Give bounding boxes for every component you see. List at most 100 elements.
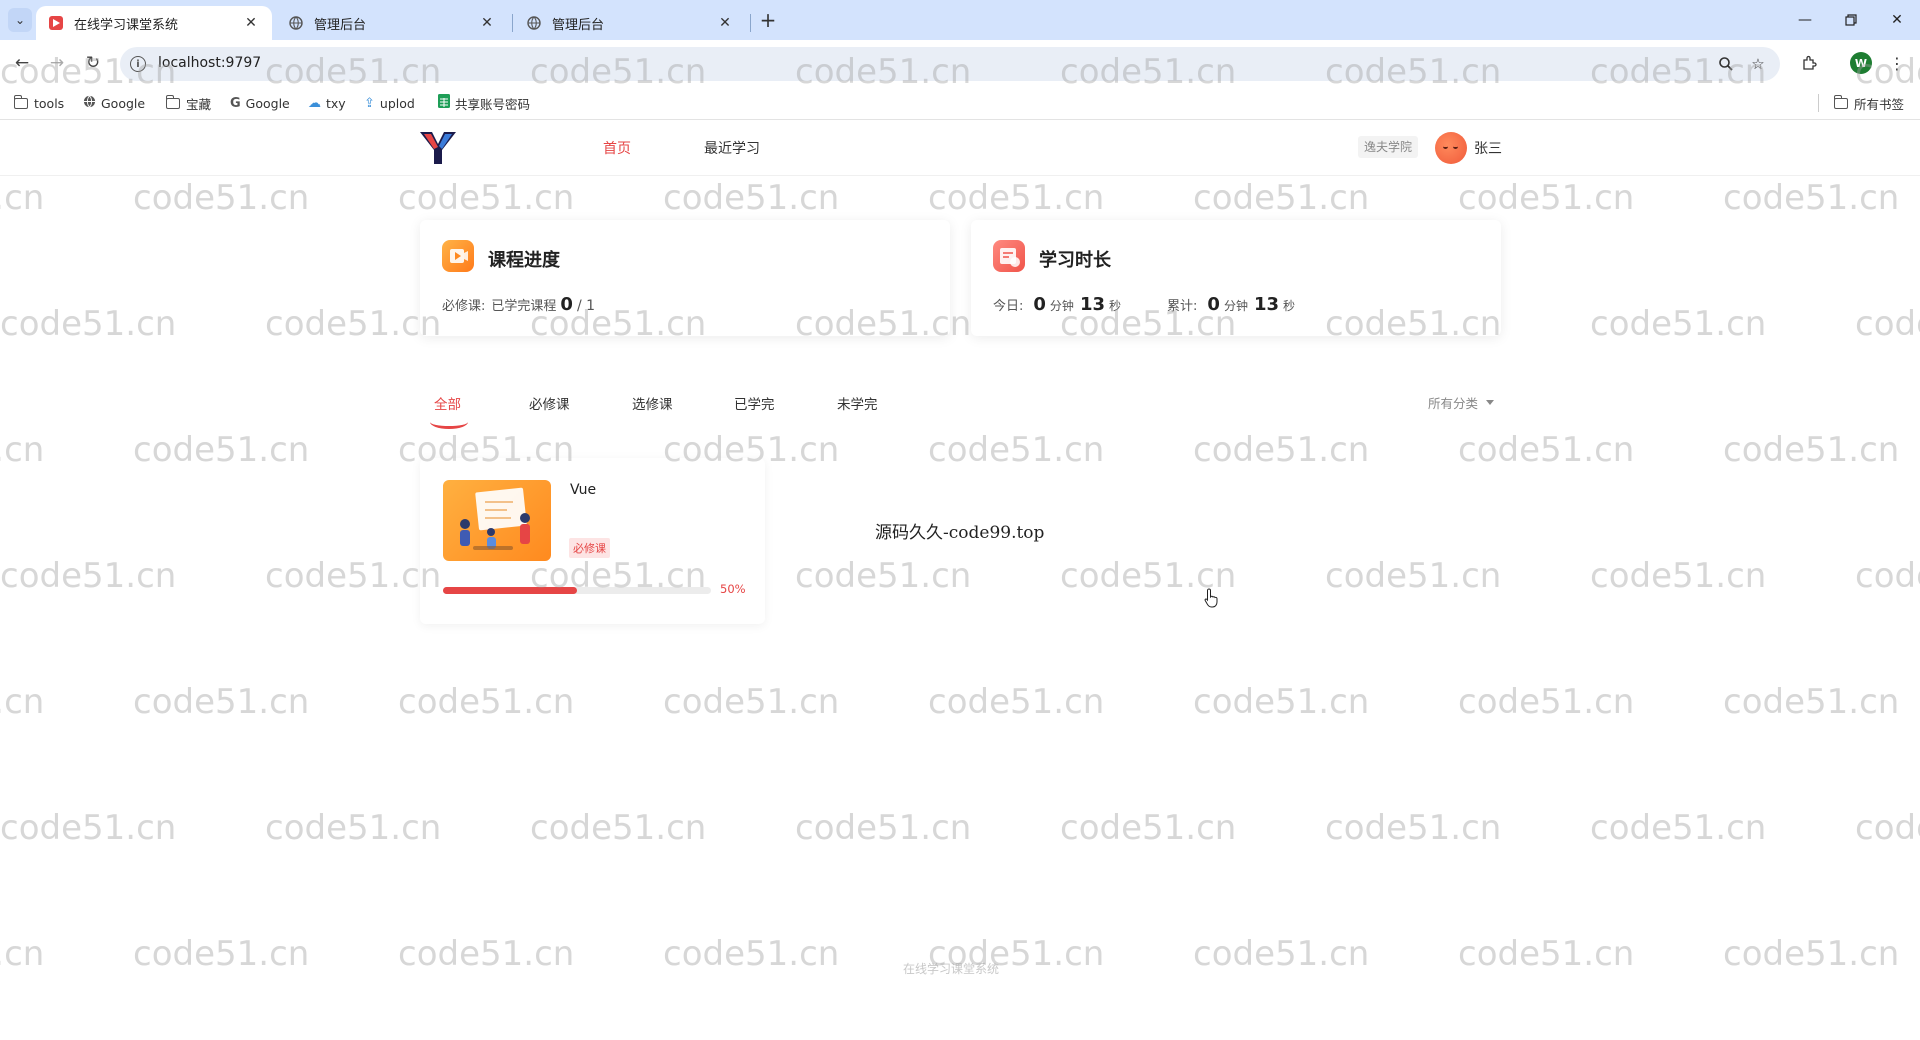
active-tab-indicator	[430, 415, 468, 429]
course-progress-fill	[443, 587, 577, 594]
total-minutes: 0	[1207, 294, 1220, 315]
globe-icon	[288, 15, 304, 31]
restore-icon[interactable]	[1828, 0, 1874, 40]
new-tab-button[interactable]: +	[756, 8, 780, 32]
bookmark-label: 所有书签	[1854, 96, 1905, 112]
minimize-icon[interactable]: —	[1782, 0, 1828, 40]
total-label: 累计:	[1167, 299, 1198, 314]
bookmark-shared-accounts[interactable]: 共享账号密码	[438, 94, 530, 112]
sheet-icon	[438, 94, 450, 112]
total-seconds: 13	[1253, 294, 1280, 315]
extensions-icon[interactable]	[1796, 50, 1822, 76]
globe-icon	[83, 95, 96, 112]
today-time: 今日: 0 分钟 13 秒 累计: 0 分钟 13 秒	[993, 294, 1295, 315]
tab-title: 管理后台	[314, 17, 367, 33]
site-logo[interactable]	[418, 130, 458, 166]
calendar-clock-icon	[993, 240, 1025, 272]
school-badge: 逸夫学院	[1358, 136, 1419, 158]
minute-unit: 分钟	[1049, 299, 1074, 313]
username[interactable]: 张三	[1474, 138, 1502, 158]
folder-icon	[13, 94, 28, 109]
total-count: / 1	[576, 298, 596, 314]
bookmark-treasure[interactable]: 宝藏	[165, 94, 212, 112]
filter-tab-finished[interactable]: 已学完	[734, 393, 775, 413]
study-time-card: 学习时长 今日: 0 分钟 13 秒 累计: 0 分钟 13 秒	[971, 220, 1501, 336]
course-thumbnail	[443, 480, 551, 561]
browser-tab-active[interactable]: 在线学习课堂系统 ✕	[36, 6, 272, 40]
bookmark-star-icon[interactable]: ☆	[1748, 54, 1768, 74]
zoom-icon[interactable]	[1716, 54, 1736, 74]
minute-unit: 分钟	[1223, 299, 1248, 313]
forward-icon[interactable]: →	[44, 50, 70, 76]
course-progress-bar	[443, 587, 711, 594]
bookmark-label: 共享账号密码	[455, 96, 531, 112]
play-icon	[442, 240, 474, 272]
done-label: 已学完课程	[491, 299, 557, 314]
second-unit: 秒	[1283, 299, 1296, 313]
avatar[interactable]	[1435, 132, 1467, 164]
course-progress-card: 课程进度 必修课: 已学完课程 0 / 1	[420, 220, 950, 336]
app-favicon-icon	[48, 15, 64, 31]
nav-recent-learning[interactable]: 最近学习	[704, 138, 760, 158]
upload-icon: ⇪	[364, 95, 375, 111]
required-label: 必修课:	[442, 299, 486, 314]
filter-tab-required[interactable]: 必修课	[529, 393, 570, 413]
bookmark-tools[interactable]: tools	[13, 94, 65, 112]
course-progress-text: 50%	[720, 582, 746, 596]
url-text: localhost:9797	[158, 55, 262, 71]
profile-avatar[interactable]: W	[1850, 52, 1872, 74]
nav-home[interactable]: 首页	[603, 138, 631, 158]
back-icon[interactable]: ←	[9, 50, 35, 76]
filter-tab-unfinished[interactable]: 未学完	[837, 393, 878, 413]
globe-icon	[526, 15, 542, 31]
category-dropdown[interactable]: 所有分类	[1428, 393, 1495, 412]
footer-text: 在线学习课堂系统	[903, 962, 1000, 976]
site-info-icon[interactable]: i	[130, 56, 146, 72]
browser-tab[interactable]: 管理后台 ✕	[276, 6, 508, 40]
tab-separator	[512, 14, 513, 32]
browser-toolbar: ← → ↻ i localhost:9797 ☆ W ⋮	[0, 40, 1920, 86]
bookmarks-divider	[1818, 94, 1819, 112]
filter-tab-elective[interactable]: 选修课	[632, 393, 673, 413]
today-seconds: 13	[1079, 294, 1105, 315]
close-tab-icon[interactable]: ✕	[716, 14, 734, 32]
bookmark-label: Google	[101, 95, 146, 111]
close-window-icon[interactable]: ✕	[1874, 0, 1920, 40]
bookmark-label: uplod	[379, 95, 415, 111]
page-content: 首页 最近学习 逸夫学院 张三 课程进度 必修课: 已学完课程 0 / 1 学习…	[0, 120, 1920, 1040]
close-tab-icon[interactable]: ✕	[242, 14, 260, 32]
tab-title: 管理后台	[552, 17, 605, 33]
reload-icon[interactable]: ↻	[80, 50, 106, 76]
bookmark-label: txy	[326, 95, 346, 111]
card-title: 课程进度	[488, 250, 560, 271]
close-tab-icon[interactable]: ✕	[478, 14, 496, 32]
second-unit: 秒	[1109, 299, 1122, 313]
category-label: 所有分类	[1428, 396, 1479, 411]
chevron-down-icon	[1486, 400, 1495, 405]
site-header: 首页 最近学习 逸夫学院 张三	[0, 120, 1920, 176]
card-title: 学习时长	[1039, 250, 1111, 271]
bookmark-uplod[interactable]: ⇪ uplod	[364, 94, 415, 112]
all-bookmarks[interactable]: 所有书签	[1833, 94, 1905, 112]
google-icon: G	[230, 95, 241, 111]
bookmarks-bar: tools Google 宝藏 G Google ☁ txy ⇪ uplod 共享账号…	[0, 86, 1920, 120]
bookmark-label: tools	[34, 95, 65, 111]
address-bar[interactable]: i localhost:9797 ☆	[120, 47, 1780, 81]
folder-icon	[165, 94, 180, 109]
bookmark-label: 宝藏	[186, 96, 212, 112]
hand-cursor-icon	[1204, 588, 1218, 608]
course-type-badge: 必修课	[569, 538, 610, 558]
bookmark-label: Google	[245, 95, 290, 111]
tab-separator	[750, 14, 751, 32]
bookmark-google[interactable]: Google	[83, 94, 145, 112]
tab-title: 在线学习课堂系统	[74, 17, 179, 33]
progress-summary: 必修课: 已学完课程 0 / 1	[442, 294, 595, 315]
course-card[interactable]: Vue 必修课 50%	[420, 458, 765, 624]
bookmark-google-2[interactable]: G Google	[230, 94, 290, 112]
browser-tab[interactable]: 管理后台 ✕	[514, 6, 746, 40]
menu-kebab-icon[interactable]: ⋮	[1884, 50, 1910, 76]
filter-tab-all[interactable]: 全部	[434, 393, 461, 413]
bookmark-txy[interactable]: ☁ txy	[308, 94, 346, 112]
tab-search-button[interactable]: ⌄	[8, 8, 32, 32]
folder-icon	[1833, 94, 1848, 109]
